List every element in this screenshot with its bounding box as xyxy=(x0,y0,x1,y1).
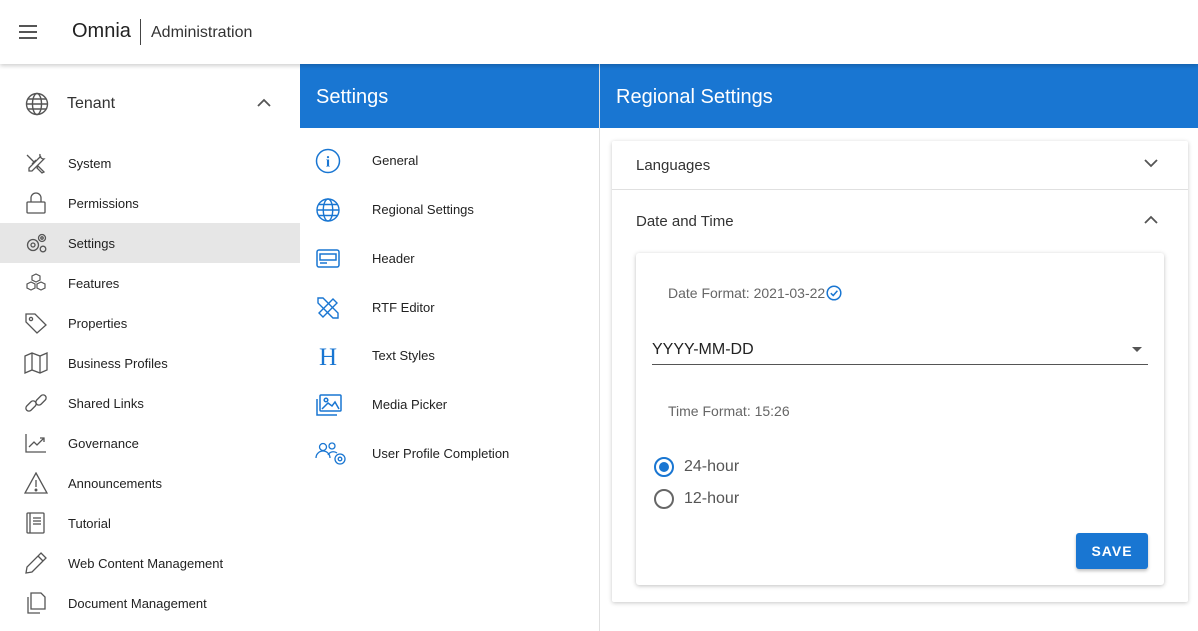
link-icon xyxy=(25,394,47,412)
pencil-icon xyxy=(25,552,47,574)
gears-icon xyxy=(26,233,47,253)
section-title: Administration xyxy=(151,24,253,41)
radio-12-hour[interactable]: 12-hour xyxy=(654,487,854,511)
sidebar-item-permissions[interactable]: Permissions xyxy=(0,183,300,223)
settings-item-text-styles[interactable]: H Text Styles xyxy=(300,335,599,375)
settings-item-user-profile-completion[interactable]: User Profile Completion xyxy=(300,433,599,473)
accordion-divider xyxy=(612,189,1188,190)
sidebar-item-settings[interactable]: Settings xyxy=(0,223,300,263)
date-format-label: Date Format: 2021-03-22 xyxy=(668,285,842,301)
chevron-up-icon[interactable] xyxy=(257,98,271,107)
sidebar-item-governance[interactable]: Governance xyxy=(0,423,300,463)
ruler-pencil-icon xyxy=(317,297,339,319)
settings-panel: Settings i General Regional Settings Hea… xyxy=(300,64,599,631)
sidebar-item-shared-links[interactable]: Shared Links xyxy=(0,383,300,423)
sidebar-item-features[interactable]: Features xyxy=(0,263,300,303)
book-icon xyxy=(26,512,45,534)
languages-section-header[interactable]: Languages xyxy=(612,141,1188,189)
settings-item-header[interactable]: Header xyxy=(300,238,599,278)
sidebar-item-announcements[interactable]: Announcements xyxy=(0,463,300,503)
tools-icon xyxy=(26,153,46,174)
sidebar-item-web-content-management[interactable]: Web Content Management xyxy=(0,543,300,583)
documents-icon xyxy=(27,592,46,614)
menu-icon[interactable] xyxy=(19,25,37,39)
warning-icon xyxy=(24,472,48,494)
tag-icon xyxy=(25,313,47,334)
header-icon xyxy=(316,249,340,268)
map-icon xyxy=(24,352,48,374)
settings-item-general[interactable]: i General xyxy=(300,140,599,180)
sidebar-item-business-profiles[interactable]: Business Profiles xyxy=(0,343,300,383)
settings-accordion: Languages Date and Time Date Format: 202… xyxy=(612,141,1188,602)
date-time-section-header[interactable]: Date and Time xyxy=(612,197,1188,245)
dropdown-arrow-icon xyxy=(1132,347,1142,352)
brand-divider xyxy=(140,19,141,45)
tenant-label: Tenant xyxy=(67,95,116,112)
regional-settings-panel: Regional Settings Languages Date and Tim… xyxy=(600,64,1198,631)
check-circle-icon xyxy=(826,285,842,301)
regional-settings-title: Regional Settings xyxy=(600,64,1198,128)
save-button[interactable]: SAVE xyxy=(1076,533,1148,569)
settings-panel-title: Settings xyxy=(300,64,599,128)
lock-icon xyxy=(26,192,46,214)
settings-item-media-picker[interactable]: Media Picker xyxy=(300,384,599,424)
top-app-bar: Omnia Administration xyxy=(0,0,1198,64)
radio-button-checked[interactable] xyxy=(654,457,674,477)
globe-icon xyxy=(25,92,49,116)
sidebar-item-properties[interactable]: Properties xyxy=(0,303,300,343)
radio-button-unchecked[interactable] xyxy=(654,489,674,509)
left-navigation: Tenant System Permissions Settings Featu… xyxy=(0,64,300,631)
tenant-group-header[interactable]: Tenant xyxy=(0,84,300,124)
chart-icon xyxy=(25,434,46,453)
app-name: Omnia xyxy=(72,20,131,42)
time-format-label: Time Format: 15:26 xyxy=(668,403,790,419)
images-icon xyxy=(316,394,342,416)
sidebar-item-document-management[interactable]: Document Management xyxy=(0,583,300,623)
cubes-icon xyxy=(26,273,46,291)
users-gear-icon xyxy=(315,442,346,465)
radio-24-hour[interactable]: 24-hour xyxy=(654,455,854,479)
svg-text:H: H xyxy=(319,344,337,369)
sidebar-item-system[interactable]: System xyxy=(0,143,300,183)
heading-icon: H xyxy=(319,344,337,369)
svg-text:i: i xyxy=(326,155,330,171)
settings-item-rtf-editor[interactable]: RTF Editor xyxy=(300,287,599,327)
sidebar-item-tutorial[interactable]: Tutorial xyxy=(0,503,300,543)
globe-icon xyxy=(316,198,340,222)
settings-item-regional-settings[interactable]: Regional Settings xyxy=(300,189,599,229)
chevron-down-icon xyxy=(1144,159,1158,168)
chevron-up-icon xyxy=(1144,215,1158,224)
date-time-card: Date Format: 2021-03-22 YYYY-MM-DD Time … xyxy=(636,253,1164,585)
date-format-select[interactable]: YYYY-MM-DD xyxy=(652,335,1148,365)
info-icon: i xyxy=(315,148,341,174)
